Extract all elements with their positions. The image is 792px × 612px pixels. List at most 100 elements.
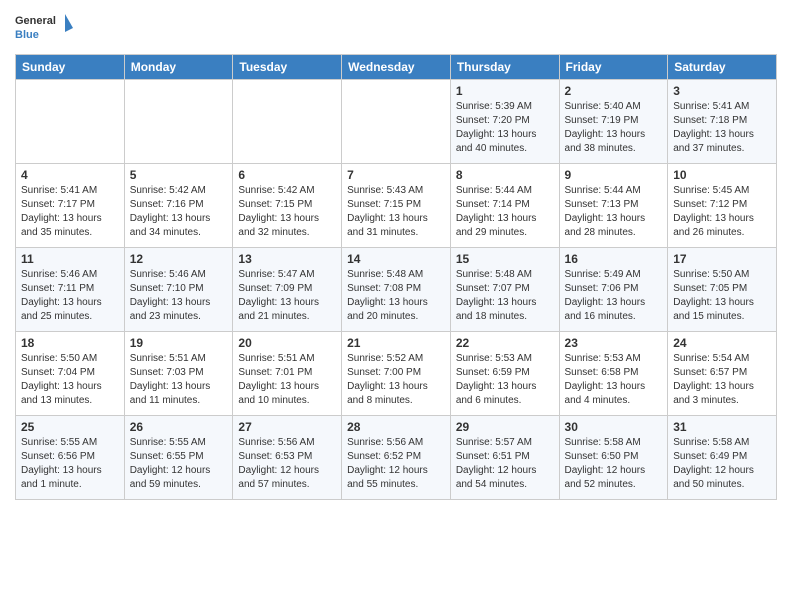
- cell-info: Sunrise: 5:42 AM: [238, 184, 336, 198]
- cell-info: Daylight: 13 hours: [347, 380, 445, 394]
- cell-info: Daylight: 12 hours: [565, 464, 663, 478]
- cell-info: and 57 minutes.: [238, 478, 336, 492]
- cell-info: Daylight: 12 hours: [673, 464, 771, 478]
- cell-info: Sunset: 7:15 PM: [238, 198, 336, 212]
- calendar-cell: 7Sunrise: 5:43 AMSunset: 7:15 PMDaylight…: [342, 164, 451, 248]
- day-number: 14: [347, 252, 445, 266]
- cell-info: Sunrise: 5:41 AM: [21, 184, 119, 198]
- calendar-cell: 25Sunrise: 5:55 AMSunset: 6:56 PMDayligh…: [16, 416, 125, 500]
- cell-info: and 23 minutes.: [130, 310, 228, 324]
- cell-info: and 32 minutes.: [238, 226, 336, 240]
- calendar-cell: [124, 80, 233, 164]
- cell-info: Daylight: 13 hours: [130, 296, 228, 310]
- cell-info: Sunset: 6:49 PM: [673, 450, 771, 464]
- calendar-cell: 3Sunrise: 5:41 AMSunset: 7:18 PMDaylight…: [668, 80, 777, 164]
- cell-info: Daylight: 12 hours: [130, 464, 228, 478]
- cell-info: Daylight: 13 hours: [238, 212, 336, 226]
- cell-info: Sunrise: 5:50 AM: [21, 352, 119, 366]
- cell-info: Daylight: 12 hours: [347, 464, 445, 478]
- calendar-cell: 23Sunrise: 5:53 AMSunset: 6:58 PMDayligh…: [559, 332, 668, 416]
- day-number: 4: [21, 168, 119, 182]
- cell-info: Sunset: 7:07 PM: [456, 282, 554, 296]
- day-number: 19: [130, 336, 228, 350]
- cell-info: Daylight: 13 hours: [565, 128, 663, 142]
- cell-info: Sunset: 7:18 PM: [673, 114, 771, 128]
- cell-info: Sunrise: 5:55 AM: [21, 436, 119, 450]
- cell-info: Sunrise: 5:48 AM: [456, 268, 554, 282]
- cell-info: Sunset: 7:12 PM: [673, 198, 771, 212]
- cell-info: and 15 minutes.: [673, 310, 771, 324]
- cell-info: Sunrise: 5:40 AM: [565, 100, 663, 114]
- day-number: 16: [565, 252, 663, 266]
- calendar-cell: 20Sunrise: 5:51 AMSunset: 7:01 PMDayligh…: [233, 332, 342, 416]
- cell-info: Sunset: 7:05 PM: [673, 282, 771, 296]
- cell-info: Sunrise: 5:46 AM: [21, 268, 119, 282]
- cell-info: and 34 minutes.: [130, 226, 228, 240]
- calendar-cell: 13Sunrise: 5:47 AMSunset: 7:09 PMDayligh…: [233, 248, 342, 332]
- day-number: 3: [673, 84, 771, 98]
- calendar-cell: [233, 80, 342, 164]
- day-number: 26: [130, 420, 228, 434]
- calendar-cell: 2Sunrise: 5:40 AMSunset: 7:19 PMDaylight…: [559, 80, 668, 164]
- cell-info: Sunset: 6:56 PM: [21, 450, 119, 464]
- day-number: 25: [21, 420, 119, 434]
- cell-info: Daylight: 12 hours: [238, 464, 336, 478]
- day-header-thursday: Thursday: [450, 55, 559, 80]
- day-number: 17: [673, 252, 771, 266]
- cell-info: and 8 minutes.: [347, 394, 445, 408]
- cell-info: Sunrise: 5:49 AM: [565, 268, 663, 282]
- cell-info: Daylight: 13 hours: [565, 296, 663, 310]
- calendar-cell: 22Sunrise: 5:53 AMSunset: 6:59 PMDayligh…: [450, 332, 559, 416]
- cell-info: Daylight: 13 hours: [565, 380, 663, 394]
- calendar-cell: 11Sunrise: 5:46 AMSunset: 7:11 PMDayligh…: [16, 248, 125, 332]
- day-number: 8: [456, 168, 554, 182]
- cell-info: Sunset: 6:55 PM: [130, 450, 228, 464]
- cell-info: Sunrise: 5:45 AM: [673, 184, 771, 198]
- cell-info: Sunrise: 5:51 AM: [238, 352, 336, 366]
- cell-info: Sunset: 7:16 PM: [130, 198, 228, 212]
- cell-info: Sunset: 7:06 PM: [565, 282, 663, 296]
- cell-info: Sunrise: 5:47 AM: [238, 268, 336, 282]
- calendar-cell: 14Sunrise: 5:48 AMSunset: 7:08 PMDayligh…: [342, 248, 451, 332]
- day-number: 29: [456, 420, 554, 434]
- svg-text:General: General: [15, 15, 56, 27]
- cell-info: and 3 minutes.: [673, 394, 771, 408]
- cell-info: Daylight: 13 hours: [21, 212, 119, 226]
- cell-info: and 37 minutes.: [673, 142, 771, 156]
- cell-info: Daylight: 13 hours: [456, 128, 554, 142]
- cell-info: Sunrise: 5:39 AM: [456, 100, 554, 114]
- calendar-cell: 24Sunrise: 5:54 AMSunset: 6:57 PMDayligh…: [668, 332, 777, 416]
- header: General Blue: [15, 10, 777, 46]
- cell-info: Sunset: 6:52 PM: [347, 450, 445, 464]
- cell-info: and 4 minutes.: [565, 394, 663, 408]
- cell-info: Sunrise: 5:41 AM: [673, 100, 771, 114]
- cell-info: Sunrise: 5:58 AM: [673, 436, 771, 450]
- cell-info: and 54 minutes.: [456, 478, 554, 492]
- logo: General Blue: [15, 10, 75, 46]
- cell-info: Daylight: 13 hours: [238, 296, 336, 310]
- day-header-wednesday: Wednesday: [342, 55, 451, 80]
- cell-info: Sunset: 7:01 PM: [238, 366, 336, 380]
- day-number: 15: [456, 252, 554, 266]
- cell-info: and 29 minutes.: [456, 226, 554, 240]
- calendar-cell: 28Sunrise: 5:56 AMSunset: 6:52 PMDayligh…: [342, 416, 451, 500]
- cell-info: Sunrise: 5:50 AM: [673, 268, 771, 282]
- cell-info: and 55 minutes.: [347, 478, 445, 492]
- day-number: 23: [565, 336, 663, 350]
- cell-info: Daylight: 13 hours: [130, 212, 228, 226]
- cell-info: Sunset: 6:58 PM: [565, 366, 663, 380]
- day-number: 20: [238, 336, 336, 350]
- svg-text:Blue: Blue: [15, 29, 39, 41]
- calendar-cell: 12Sunrise: 5:46 AMSunset: 7:10 PMDayligh…: [124, 248, 233, 332]
- calendar-cell: [342, 80, 451, 164]
- day-number: 6: [238, 168, 336, 182]
- cell-info: Sunset: 7:08 PM: [347, 282, 445, 296]
- calendar-cell: 15Sunrise: 5:48 AMSunset: 7:07 PMDayligh…: [450, 248, 559, 332]
- cell-info: Sunset: 7:04 PM: [21, 366, 119, 380]
- cell-info: Sunset: 7:10 PM: [130, 282, 228, 296]
- cell-info: Sunset: 7:19 PM: [565, 114, 663, 128]
- day-header-friday: Friday: [559, 55, 668, 80]
- calendar-cell: 21Sunrise: 5:52 AMSunset: 7:00 PMDayligh…: [342, 332, 451, 416]
- calendar-cell: 18Sunrise: 5:50 AMSunset: 7:04 PMDayligh…: [16, 332, 125, 416]
- calendar-cell: 4Sunrise: 5:41 AMSunset: 7:17 PMDaylight…: [16, 164, 125, 248]
